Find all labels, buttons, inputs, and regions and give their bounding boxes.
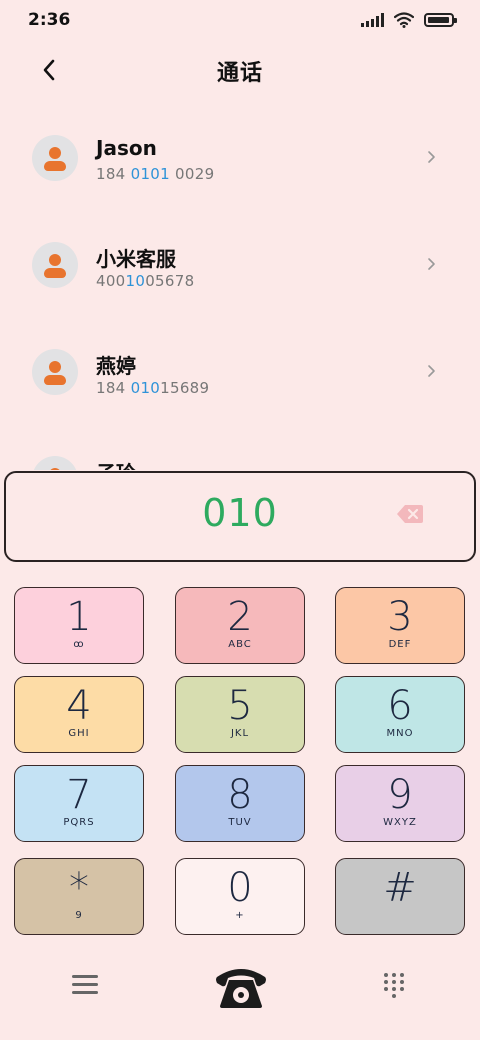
contact-number: 4001005678 — [96, 272, 195, 290]
contact-item-ziling[interactable]: 子玲 — [0, 431, 480, 470]
contact-item-yanting[interactable]: 燕婷 184 01015689 — [0, 324, 480, 420]
key-digit: 9 — [387, 772, 413, 818]
key-1[interactable]: 1ꝏ — [14, 587, 144, 664]
key-digit: 3 — [387, 594, 413, 640]
backspace-icon[interactable] — [396, 503, 424, 525]
menu-icon[interactable] — [72, 975, 98, 999]
key-8[interactable]: 8 TUV — [175, 765, 305, 842]
avatar-icon — [32, 135, 78, 181]
status-time: 2:36 — [28, 10, 71, 30]
dialpad-icon[interactable] — [384, 973, 404, 999]
signal-icon — [361, 13, 384, 27]
wifi-icon — [394, 12, 414, 28]
key-digit: * — [69, 865, 89, 911]
contact-list: Jason 184 0101 0029 小米客服 4001005678 燕婷 1… — [0, 110, 480, 470]
key-digit: # — [383, 865, 417, 911]
key-6[interactable]: 6 MNO — [335, 676, 465, 753]
battery-icon — [424, 13, 457, 27]
key-letters: ABC — [228, 639, 252, 650]
key-5[interactable]: 5 JKL — [175, 676, 305, 753]
dial-input-display: 010 — [4, 471, 476, 562]
key-digit: 2 — [227, 594, 253, 640]
key-letters: WXYZ — [383, 817, 417, 828]
contact-name: 燕婷 — [96, 354, 136, 378]
key-digit: 8 — [227, 772, 253, 818]
chevron-right-icon — [428, 365, 435, 377]
avatar-icon — [32, 242, 78, 288]
key-3[interactable]: 3 DEF — [335, 587, 465, 664]
status-icons — [361, 12, 457, 28]
contact-name: Jason — [96, 136, 157, 160]
contact-item-xiaomi-service[interactable]: 小米客服 4001005678 — [0, 217, 480, 313]
key-letters: DEF — [388, 639, 412, 650]
key-digit: 1 — [66, 594, 92, 640]
key-letters: MNO — [386, 728, 414, 739]
key-7[interactable]: 7 PQRS — [14, 765, 144, 842]
key-letters: + — [235, 910, 245, 921]
key-star[interactable]: * 9 — [14, 858, 144, 935]
key-digit: 4 — [66, 683, 92, 729]
key-letters: 9 — [75, 910, 83, 921]
key-9[interactable]: 9 WXYZ — [335, 765, 465, 842]
key-digit: 6 — [387, 683, 413, 729]
phone-icon[interactable] — [214, 963, 268, 1009]
contact-number: 184 0101 0029 — [96, 165, 215, 183]
contact-item-jason[interactable]: Jason 184 0101 0029 — [0, 110, 480, 206]
chevron-right-icon — [428, 258, 435, 270]
chevron-right-icon — [428, 151, 435, 163]
contact-name: 子玲 — [96, 457, 136, 470]
contact-number: 184 01015689 — [96, 379, 210, 397]
page-title: 通话 — [216, 61, 263, 86]
key-digit: 0 — [227, 865, 253, 911]
key-letters: GHI — [68, 728, 90, 739]
key-2[interactable]: 2 ABC — [175, 587, 305, 664]
key-letters: ꝏ — [73, 639, 85, 650]
avatar-icon — [32, 349, 78, 395]
key-digit: 5 — [227, 683, 253, 729]
header: 通话 — [0, 45, 480, 95]
bottom-nav — [0, 955, 480, 1025]
contact-name: 小米客服 — [96, 247, 176, 271]
key-0[interactable]: 0 + — [175, 858, 305, 935]
key-letters: PQRS — [63, 817, 95, 828]
status-bar: 2:36 — [0, 0, 480, 40]
key-hash[interactable]: # — [335, 858, 465, 935]
key-digit: 7 — [66, 772, 92, 818]
key-letters: JKL — [230, 728, 250, 739]
avatar-icon — [32, 456, 78, 470]
key-letters: TUV — [228, 817, 252, 828]
key-4[interactable]: 4 GHI — [14, 676, 144, 753]
